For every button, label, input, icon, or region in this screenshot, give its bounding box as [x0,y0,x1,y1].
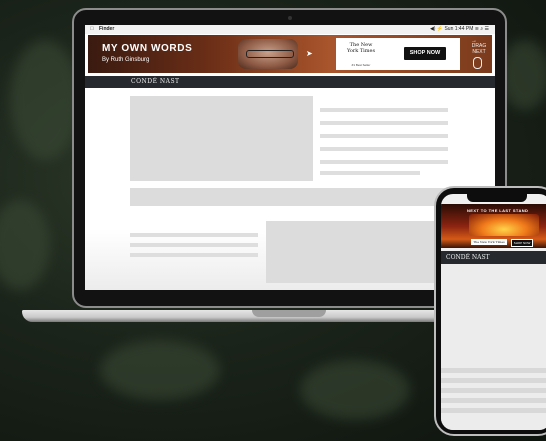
phone-screen: NEXT TO THE LAST STAND The New York Time… [441,194,546,430]
phone-page-content [441,264,546,430]
site-logo[interactable]: CONDÉ NAST [131,78,180,85]
text-placeholder-line [130,233,258,237]
phone-ad-banner[interactable]: NEXT TO THE LAST STAND The New York Time… [441,204,546,248]
laptop-notch [252,310,326,317]
phone-site-logo[interactable]: CONDÉ NAST [446,254,490,261]
text-placeholder-line [441,368,546,373]
text-placeholder-line [441,378,546,383]
text-placeholder-line [320,134,448,138]
background-foliage [300,360,410,420]
nyt-logo: The New York Times [346,42,376,54]
text-placeholder-line [130,243,258,247]
phone-shop-now-button[interactable]: SHOP NOW [511,239,533,247]
cursor-icon: ➤ [306,49,313,58]
background-foliage [100,340,220,400]
ad-subtitle: By Ruth Ginsburg [102,57,150,63]
image-placeholder [130,96,313,181]
text-placeholder-line [441,408,546,413]
background-foliage [0,200,50,290]
drag-next-label[interactable]: DRAG NEXT [469,43,489,55]
mouse-icon [473,57,482,69]
phone-notch [467,194,527,202]
menu-bar:  Finder ◀) ⚡ Sun 1:44 PM ≋ ⌕ ☰ [85,25,495,34]
menu-app-name[interactable]: Finder [99,25,114,34]
webcam-icon [288,16,292,20]
fire-image [469,214,539,236]
text-placeholder-line [441,398,546,403]
text-placeholder-line [320,121,448,125]
ad-title: MY OWN WORDS [102,43,193,54]
text-placeholder-line [320,160,448,164]
menu-status-area[interactable]: ◀) ⚡ Sun 1:44 PM ≋ ⌕ ☰ [430,25,489,34]
site-header: CONDÉ NAST [85,76,495,88]
phone-ad-title: NEXT TO THE LAST STAND [467,208,529,213]
background-foliage [10,40,80,160]
text-placeholder-line [320,108,448,112]
text-placeholder-line [320,171,420,175]
banner-placeholder [130,188,448,206]
phone-site-header: CONDÉ NAST [441,251,546,264]
nyt-tagline: #1 Best Seller [351,63,371,67]
apple-icon[interactable]:  [90,25,94,34]
text-placeholder-line [130,253,258,257]
shop-now-button[interactable]: SHOP NOW [404,47,446,60]
next-label: NEXT [472,49,486,55]
ad-offer-box: The New York Times #1 Best Seller SHOP N… [336,38,460,70]
image-placeholder [266,221,448,283]
phone-nyt-logo: The New York Times [471,239,507,245]
glasses-shape [246,50,294,58]
ad-banner[interactable]: MY OWN WORDS By Ruth Ginsburg ➤ The New … [88,35,492,73]
text-placeholder-line [441,388,546,393]
text-placeholder-line [320,147,448,151]
